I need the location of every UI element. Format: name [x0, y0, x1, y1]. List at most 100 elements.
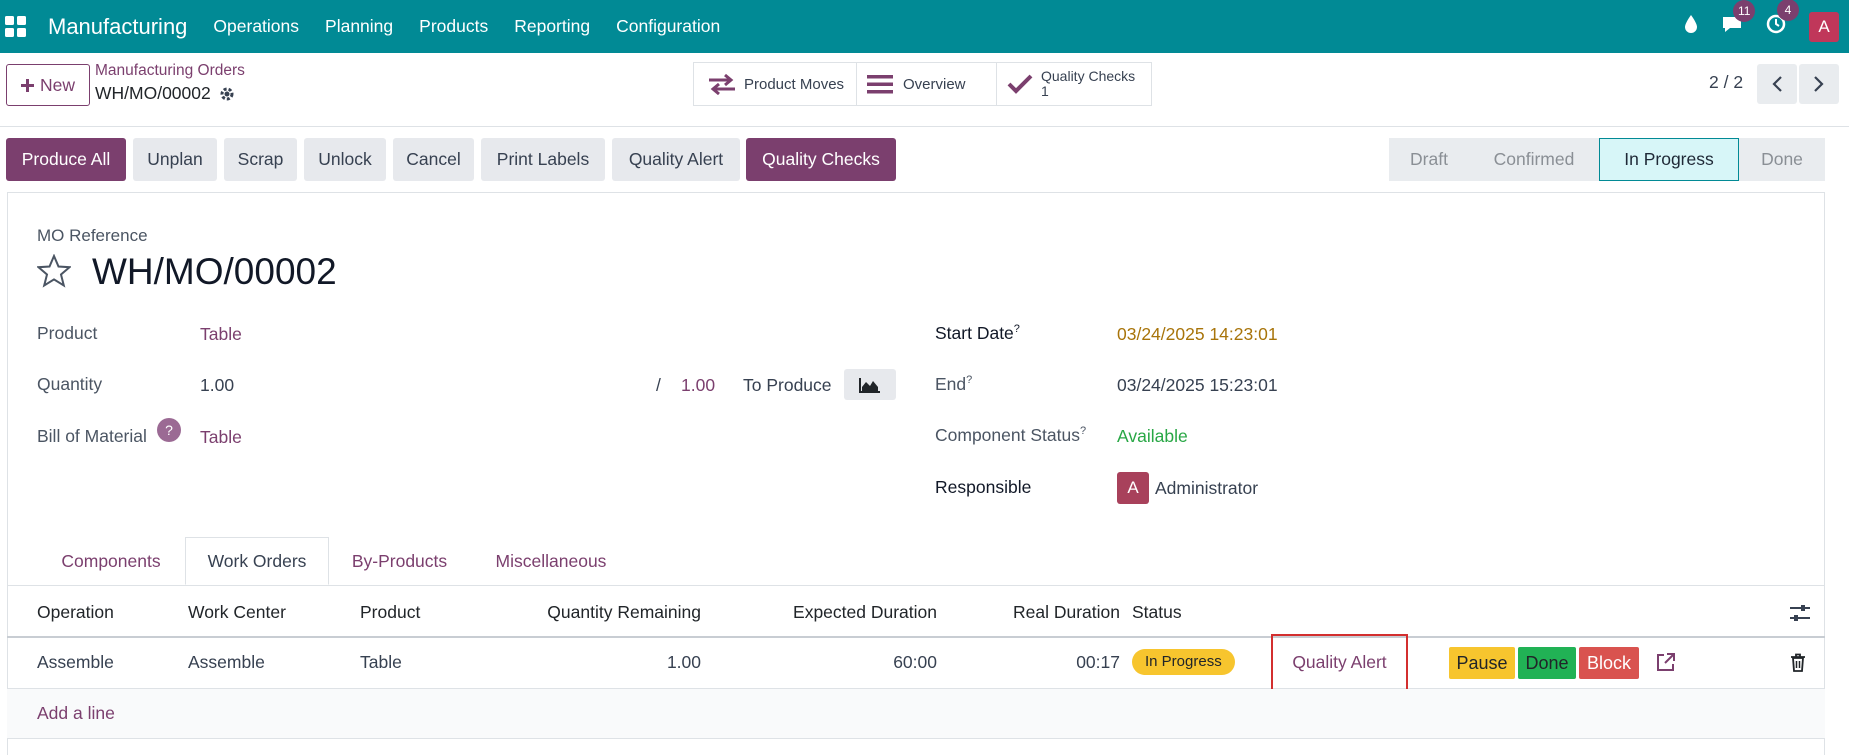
quantity-value[interactable]: 1.00 — [200, 375, 234, 396]
drop-icon[interactable] — [1683, 14, 1699, 39]
add-line-link[interactable]: Add a line — [37, 703, 115, 724]
column-work-center[interactable]: Work Center — [188, 602, 286, 623]
app-brand[interactable]: Manufacturing — [48, 14, 187, 40]
to-produce-label: To Produce — [743, 375, 832, 395]
menu-products[interactable]: Products — [419, 16, 488, 37]
gear-icon[interactable] — [219, 86, 235, 102]
row-real-duration[interactable]: 00:17 — [957, 652, 1120, 673]
stage-draft[interactable]: Draft — [1389, 138, 1469, 181]
produce-all-button[interactable]: Produce All — [6, 138, 126, 181]
control-panel: New Manufacturing Orders WH/MO/00002 Pro… — [0, 53, 1849, 127]
component-status-help[interactable]: ? — [1080, 425, 1086, 437]
top-navbar: Manufacturing Operations Planning Produc… — [0, 0, 1849, 53]
stage-confirmed[interactable]: Confirmed — [1469, 138, 1599, 181]
block-button[interactable]: Block — [1579, 647, 1639, 679]
pager-previous-button[interactable] — [1757, 64, 1797, 104]
mo-reference-title[interactable]: WH/MO/00002 — [92, 251, 337, 293]
area-chart-icon — [859, 377, 880, 393]
row-product[interactable]: Table — [360, 652, 402, 673]
row-work-center[interactable]: Assemble — [188, 652, 265, 673]
responsible-avatar: A — [1117, 472, 1149, 504]
stage-in-progress[interactable]: In Progress — [1599, 138, 1739, 181]
optional-columns-icon[interactable] — [1789, 603, 1811, 623]
plus-icon — [20, 78, 34, 92]
start-date-help[interactable]: ? — [1014, 323, 1020, 335]
product-moves-button[interactable]: Product Moves — [693, 62, 857, 106]
component-status-label-text: Component Status — [935, 425, 1080, 445]
column-status[interactable]: Status — [1132, 602, 1182, 623]
overview-label: Overview — [903, 75, 966, 93]
row-operation[interactable]: Assemble — [37, 652, 114, 673]
pager-next-button[interactable] — [1799, 64, 1839, 104]
unlock-button[interactable]: Unlock — [304, 138, 386, 181]
component-status-value: Available — [1117, 426, 1188, 446]
product-moves-label: Product Moves — [744, 75, 845, 93]
quality-alert-button[interactable]: Quality Alert — [612, 138, 740, 181]
tab-components[interactable]: Components — [41, 537, 181, 585]
new-button[interactable]: New — [6, 64, 90, 106]
quality-checks-button[interactable]: Quality Checks — [746, 138, 896, 181]
bom-help-icon[interactable]: ? — [157, 418, 181, 442]
menu-operations[interactable]: Operations — [213, 16, 299, 37]
forecast-chart-button[interactable] — [844, 369, 896, 400]
menu-planning[interactable]: Planning — [325, 16, 393, 37]
list-icon — [867, 75, 893, 94]
tab-miscellaneous[interactable]: Miscellaneous — [475, 537, 627, 585]
status-bar: Draft Confirmed In Progress Done — [1389, 138, 1825, 181]
bom-label: Bill of Material — [37, 426, 147, 446]
done-button[interactable]: Done — [1518, 647, 1576, 679]
start-date-label-text: Start Date — [935, 323, 1014, 343]
chevron-right-icon — [1814, 76, 1824, 92]
tab-work-orders[interactable]: Work Orders — [185, 537, 329, 585]
start-date-value[interactable]: 03/24/2025 14:23:01 — [1117, 324, 1278, 345]
responsible-value[interactable]: Administrator — [1155, 478, 1258, 499]
column-expected-duration[interactable]: Expected Duration — [707, 602, 937, 623]
cancel-button[interactable]: Cancel — [393, 138, 474, 181]
quality-checks-smart-button[interactable]: Quality Checks 1 — [996, 62, 1152, 106]
workorders-table-header: Operation Work Center Product Quantity R… — [7, 585, 1825, 638]
quality-checks-smart-label: Quality Checks — [1041, 68, 1136, 84]
unplan-button[interactable]: Unplan — [133, 138, 217, 181]
column-product[interactable]: Product — [360, 602, 420, 623]
pager-value[interactable]: 2 / 2 — [1709, 72, 1743, 93]
print-labels-button[interactable]: Print Labels — [481, 138, 605, 181]
breadcrumb-parent[interactable]: Manufacturing Orders — [95, 62, 245, 80]
column-quantity-remaining[interactable]: Quantity Remaining — [439, 602, 701, 623]
menu-configuration[interactable]: Configuration — [616, 16, 720, 37]
star-icon[interactable] — [37, 254, 71, 288]
column-operation[interactable]: Operation — [37, 602, 114, 623]
user-avatar[interactable]: A — [1809, 11, 1839, 42]
activity-clock-icon[interactable]: 4 — [1765, 0, 1799, 40]
row-quality-alert-button[interactable]: Quality Alert — [1271, 634, 1408, 691]
add-line-row: Add a line — [7, 689, 1825, 739]
apps-menu-icon[interactable] — [5, 15, 27, 38]
quantity-slash: / — [656, 375, 661, 395]
pause-button[interactable]: Pause — [1449, 647, 1515, 679]
row-quantity-remaining[interactable]: 1.00 — [439, 652, 701, 673]
row-expected-duration[interactable]: 60:00 — [707, 652, 937, 673]
end-label-text: End — [935, 374, 967, 394]
end-help[interactable]: ? — [966, 374, 972, 386]
external-link-icon[interactable] — [1656, 652, 1676, 672]
activities-count-badge: 4 — [1777, 0, 1799, 21]
product-value[interactable]: Table — [200, 324, 242, 345]
mo-reference-label: MO Reference — [37, 226, 148, 245]
table-row[interactable]: Assemble Assemble Table 1.00 60:00 00:17… — [7, 634, 1825, 691]
tab-by-products[interactable]: By-Products — [333, 537, 466, 585]
column-real-duration[interactable]: Real Duration — [957, 602, 1120, 623]
bom-value[interactable]: Table — [200, 427, 242, 448]
checkmark-icon — [1007, 74, 1033, 94]
stage-done[interactable]: Done — [1739, 138, 1825, 181]
overview-button[interactable]: Overview — [856, 62, 997, 106]
end-value[interactable]: 03/24/2025 15:23:01 — [1117, 375, 1278, 396]
quantity-total[interactable]: 1.00 — [681, 375, 715, 396]
transfer-arrows-icon — [709, 73, 735, 95]
menu-reporting[interactable]: Reporting — [514, 16, 590, 37]
messages-icon[interactable]: 11 — [1721, 0, 1756, 39]
chevron-left-icon — [1772, 76, 1782, 92]
scrap-button[interactable]: Scrap — [224, 138, 297, 181]
trash-icon[interactable] — [1790, 653, 1806, 672]
status-badge: In Progress — [1132, 649, 1235, 675]
new-button-label: New — [39, 74, 75, 95]
responsible-label: Responsible — [935, 477, 1032, 497]
